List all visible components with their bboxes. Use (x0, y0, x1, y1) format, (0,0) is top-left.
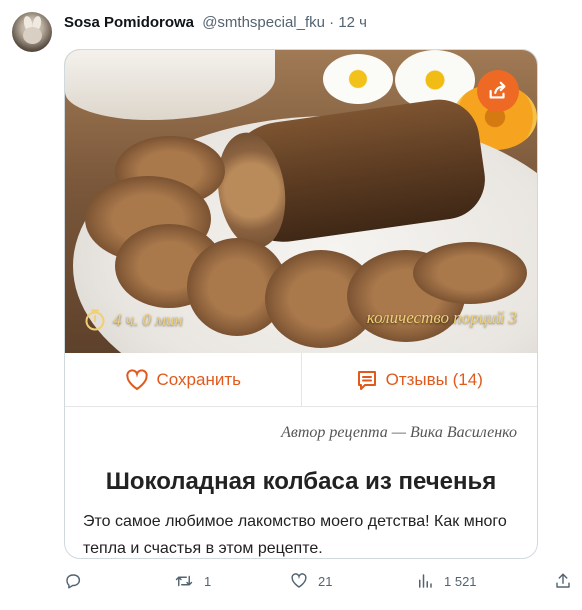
separator: · (329, 14, 335, 31)
timestamp[interactable]: 12 ч (338, 14, 367, 31)
reply-icon (66, 574, 81, 589)
cook-time: 4 ч. 0 мин (83, 308, 183, 332)
share-button[interactable] (554, 572, 572, 590)
like-count: 21 (318, 573, 333, 589)
flower (323, 54, 393, 104)
retweet-button[interactable]: 1 (174, 572, 211, 590)
tweet-header: Sosa Pomidorowa @smthspecial_fku · 12 ч (64, 14, 367, 31)
external-share-icon[interactable] (477, 70, 519, 112)
heart-icon (125, 368, 148, 390)
external-share-glyph (489, 81, 506, 99)
tweet-action-bar: 1 21 1 521 (64, 572, 574, 594)
recipe-actions: Сохранить Отзывы (14) (65, 353, 537, 407)
save-button[interactable]: Сохранить (65, 353, 301, 406)
author-name[interactable]: Sosa Pomidorowa (64, 14, 194, 31)
timer-icon (85, 309, 105, 331)
share-icon (556, 573, 570, 588)
reviews-label: Отзывы (14) (385, 369, 483, 389)
views-button[interactable]: 1 521 (416, 572, 477, 590)
reply-button[interactable] (64, 572, 92, 590)
like-button[interactable]: 21 (290, 572, 332, 590)
author-handle[interactable]: @smthspecial_fku (202, 14, 325, 31)
avatar-face (23, 27, 42, 44)
retweet-icon (175, 575, 193, 587)
recipe-card[interactable]: 4 ч. 0 мин количество порций 3 Сохранить… (64, 49, 538, 559)
teapot (65, 50, 275, 120)
sausage-slice (413, 242, 527, 304)
recipe-title[interactable]: Шоколадная колбаса из печенья (65, 468, 537, 496)
recipe-description: Это самое любимое лакомство моего детств… (83, 513, 507, 557)
comments-icon (357, 370, 376, 390)
reviews-button[interactable]: Отзывы (14) (300, 353, 538, 406)
servings: количество порций 3 (366, 308, 517, 327)
avatar[interactable] (12, 12, 52, 52)
retweet-count: 1 (204, 573, 212, 589)
like-icon (291, 573, 307, 588)
recipe-photo[interactable]: 4 ч. 0 мин количество порций 3 (65, 50, 537, 353)
cook-time-text: 4 ч. 0 мин (113, 310, 183, 329)
recipe-author: Автор рецепта — Вика Василенко (281, 424, 517, 441)
view-count: 1 521 (444, 573, 477, 589)
save-label: Сохранить (156, 369, 241, 389)
views-icon (419, 574, 432, 588)
